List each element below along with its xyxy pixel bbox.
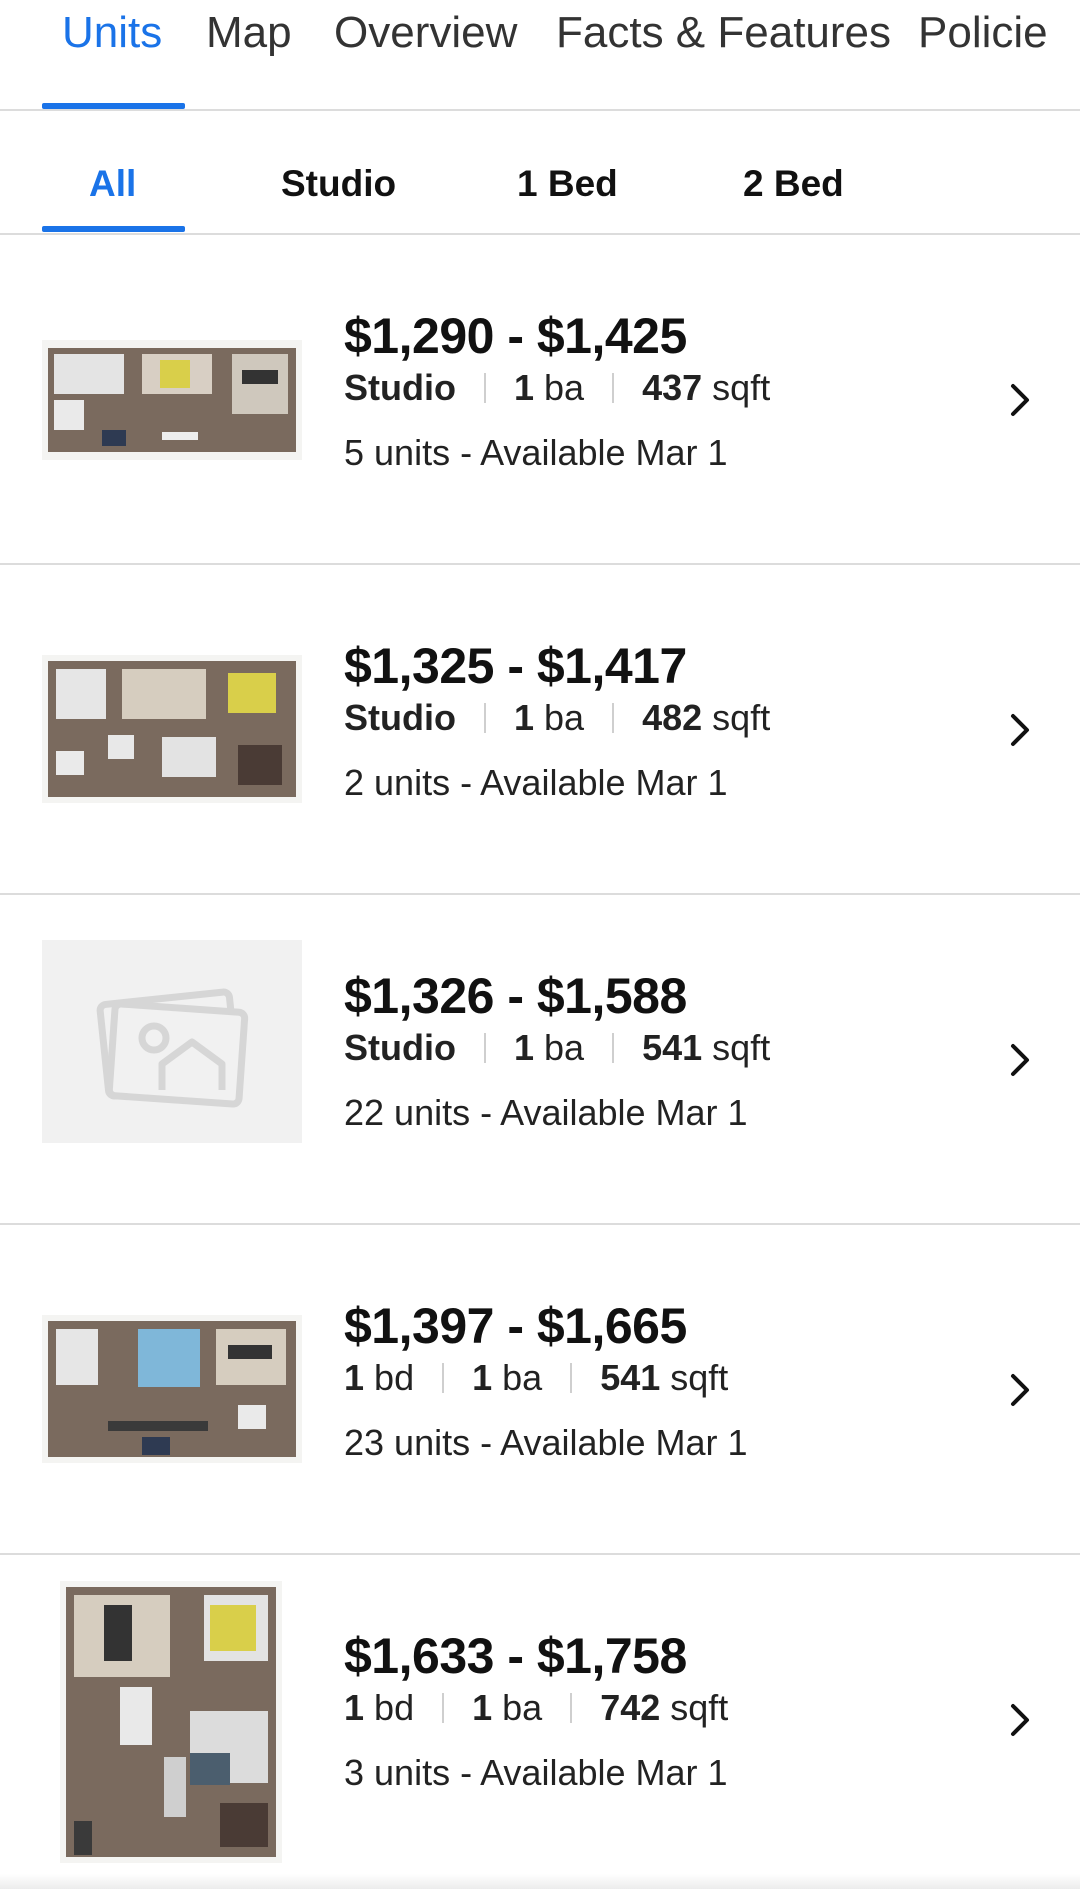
unit-specs: 1 bd 1 ba 541 sqft xyxy=(344,1357,728,1399)
availability-text: 23 units - Available Mar 1 xyxy=(344,1422,748,1463)
floorplan-image xyxy=(42,655,302,803)
chevron-right-icon[interactable] xyxy=(1005,380,1035,420)
spec-divider xyxy=(612,1033,615,1063)
unit-row[interactable]: $1,326 - $1,588 Studio 1 ba 541 sqft 22 … xyxy=(0,895,1080,1225)
floorplan-image xyxy=(60,1581,282,1863)
baths-unit: ba xyxy=(544,1027,585,1068)
availability-text: 2 units - Available Mar 1 xyxy=(344,762,728,803)
chevron-right-icon[interactable] xyxy=(1005,1370,1035,1410)
unit-specs: Studio 1 ba 541 sqft xyxy=(344,1027,770,1069)
next-row-edge xyxy=(0,1874,1080,1889)
price-range: $1,397 - $1,665 xyxy=(344,1298,687,1354)
floorplan-thumbnail xyxy=(42,340,302,460)
spec-divider xyxy=(570,1693,573,1723)
beds-value: Studio xyxy=(344,367,456,408)
price-range: $1,326 - $1,588 xyxy=(344,968,687,1024)
beds-value: 1 xyxy=(344,1357,365,1398)
unit-row[interactable]: $1,397 - $1,665 1 bd 1 ba 541 sqft 23 un… xyxy=(0,1225,1080,1555)
filter-1-bed[interactable]: 1 Bed xyxy=(517,163,618,205)
sqft-unit: sqft xyxy=(670,1687,729,1728)
tab-units[interactable]: Units xyxy=(62,8,162,58)
tab-overview[interactable]: Overview xyxy=(334,8,517,58)
sqft-value: 742 xyxy=(600,1687,661,1728)
filter-studio[interactable]: Studio xyxy=(281,163,396,205)
price-range: $1,325 - $1,417 xyxy=(344,638,687,694)
beds-value: 1 xyxy=(344,1687,365,1728)
baths-value: 1 xyxy=(513,367,535,408)
sqft-value: 541 xyxy=(642,1027,703,1068)
availability-text: 5 units - Available Mar 1 xyxy=(344,432,728,473)
floorplan-image xyxy=(42,340,302,460)
baths-value: 1 xyxy=(472,1687,493,1728)
sqft-unit: sqft xyxy=(712,697,771,738)
image-placeholder xyxy=(42,940,302,1143)
beds-unit: bd xyxy=(374,1687,415,1728)
image-placeholder-icon xyxy=(96,988,249,1108)
unit-row[interactable]: $1,633 - $1,758 1 bd 1 ba 742 sqft 3 uni… xyxy=(0,1555,1080,1885)
spec-divider xyxy=(570,1363,573,1393)
availability-text: 22 units - Available Mar 1 xyxy=(344,1092,748,1133)
availability-text: 3 units - Available Mar 1 xyxy=(344,1752,728,1793)
floorplan-thumbnail xyxy=(42,655,302,803)
baths-unit: ba xyxy=(502,1357,543,1398)
unit-row[interactable]: $1,290 - $1,425 Studio 1 ba 437 sqft 5 u… xyxy=(0,235,1080,565)
tab-policies[interactable]: Policie xyxy=(918,8,1048,58)
section-tabs: Units Map Overview Facts & Features Poli… xyxy=(0,0,1080,111)
baths-value: 1 xyxy=(513,1027,535,1068)
price-range: $1,633 - $1,758 xyxy=(344,1628,687,1684)
floorplan-thumbnail xyxy=(60,1581,282,1863)
baths-unit: ba xyxy=(544,367,585,408)
baths-value: 1 xyxy=(513,697,535,738)
sqft-unit: sqft xyxy=(712,367,771,408)
spec-divider xyxy=(612,373,615,403)
sqft-unit: sqft xyxy=(670,1357,729,1398)
baths-unit: ba xyxy=(544,697,585,738)
baths-unit: ba xyxy=(502,1687,543,1728)
spec-divider xyxy=(483,1033,486,1063)
sqft-unit: sqft xyxy=(712,1027,771,1068)
beds-unit: bd xyxy=(374,1357,415,1398)
spec-divider xyxy=(442,1363,445,1393)
unit-row[interactable]: $1,325 - $1,417 Studio 1 ba 482 sqft 2 u… xyxy=(0,565,1080,895)
unit-specs: Studio 1 ba 482 sqft xyxy=(344,697,770,739)
active-tab-indicator xyxy=(42,103,185,109)
sqft-value: 541 xyxy=(600,1357,661,1398)
chevron-right-icon[interactable] xyxy=(1005,710,1035,750)
tab-facts-features[interactable]: Facts & Features xyxy=(556,8,891,58)
beds-value: Studio xyxy=(344,1027,456,1068)
unit-specs: 1 bd 1 ba 742 sqft xyxy=(344,1687,728,1729)
bed-filter-tabs: All Studio 1 Bed 2 Bed xyxy=(0,111,1080,235)
beds-value: Studio xyxy=(344,697,456,738)
filter-2-bed[interactable]: 2 Bed xyxy=(743,163,844,205)
sqft-value: 437 xyxy=(642,367,703,408)
price-range: $1,290 - $1,425 xyxy=(344,308,687,364)
spec-divider xyxy=(442,1693,445,1723)
floorplan-image xyxy=(42,1315,302,1463)
unit-specs: Studio 1 ba 437 sqft xyxy=(344,367,770,409)
spec-divider xyxy=(483,373,486,403)
floorplan-thumbnail xyxy=(42,1315,302,1463)
tab-map[interactable]: Map xyxy=(206,8,292,58)
sqft-value: 482 xyxy=(642,697,703,738)
baths-value: 1 xyxy=(472,1357,493,1398)
filter-all[interactable]: All xyxy=(89,163,136,205)
spec-divider xyxy=(612,703,615,733)
chevron-right-icon[interactable] xyxy=(1005,1040,1035,1080)
spec-divider xyxy=(483,703,486,733)
chevron-right-icon[interactable] xyxy=(1005,1700,1035,1740)
active-filter-indicator xyxy=(42,226,185,232)
